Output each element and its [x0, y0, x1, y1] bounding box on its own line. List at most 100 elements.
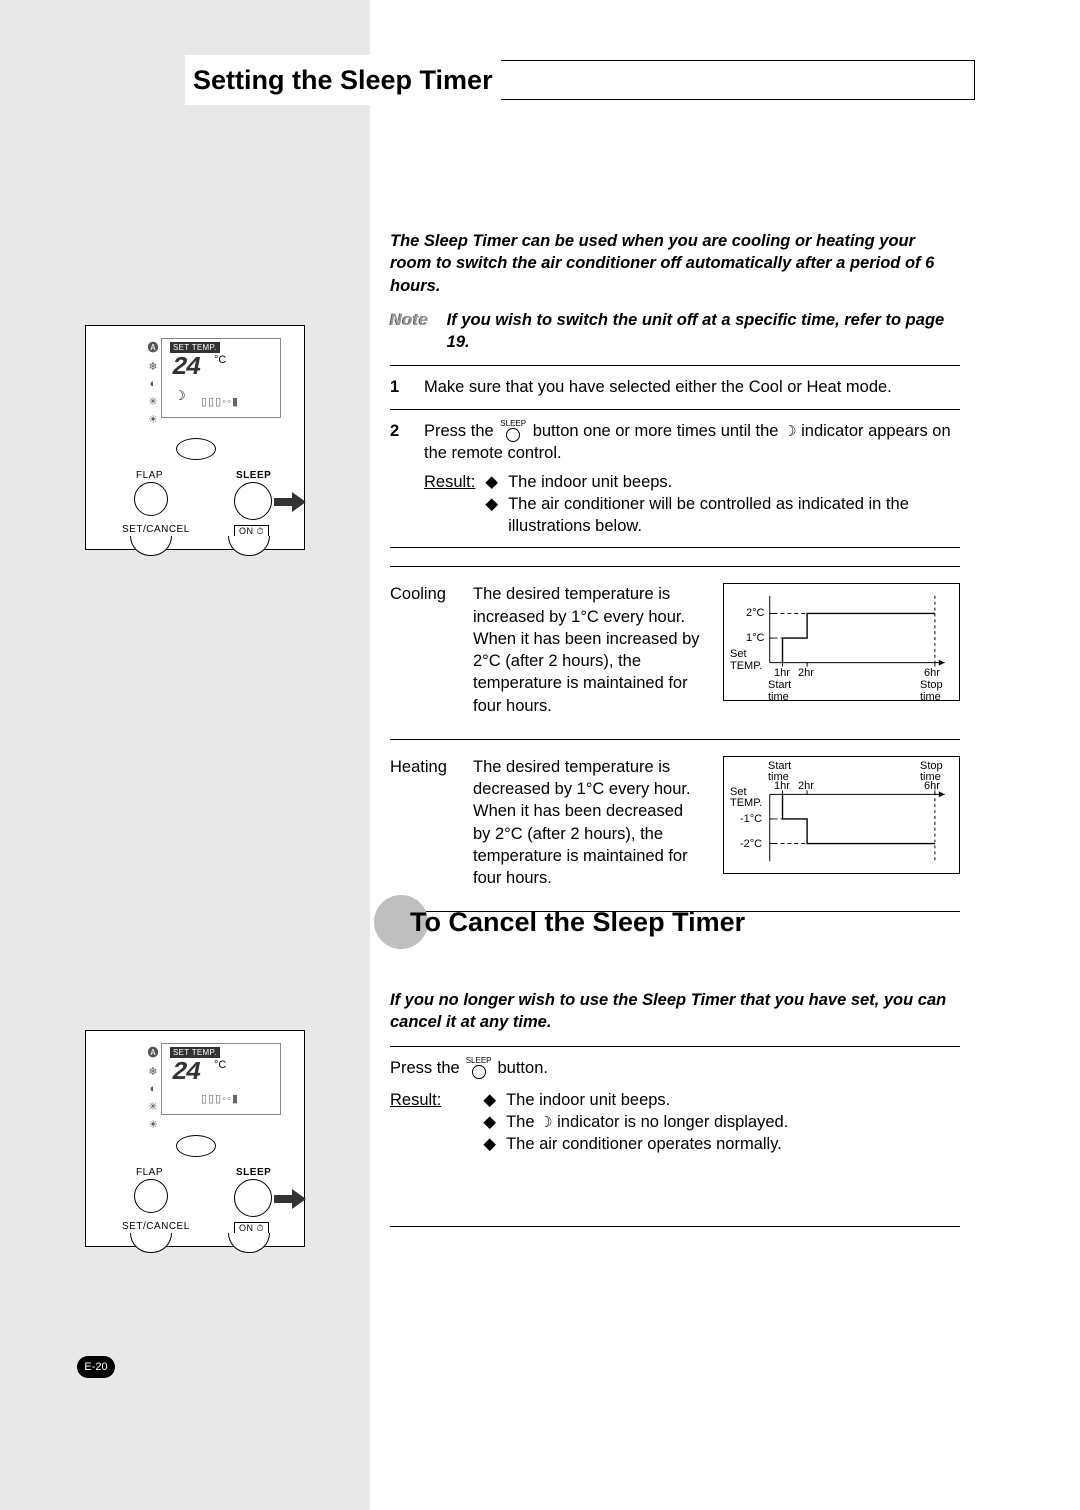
section-cancel: To Cancel the Sleep Timer If you no long… — [370, 895, 970, 1239]
step-1: 1 Make sure that you have selected eithe… — [390, 372, 960, 402]
snow-icon: ❄ — [148, 1065, 157, 1078]
cooling-chart: Set TEMP. 2°C 1°C 1hr 2hr 6hr Start time… — [723, 583, 960, 701]
bullet-text: The air conditioner will be controlled a… — [508, 493, 960, 538]
page-number: 20 — [95, 1361, 107, 1373]
tick-label: -2°C — [740, 839, 762, 851]
note-row: Note If you wish to switch the unit off … — [390, 309, 960, 354]
sleep-label: SLEEP — [236, 1167, 271, 1178]
sleep-button — [234, 1179, 272, 1217]
sleep-button-icon: SLEEP — [500, 420, 526, 442]
tick-label: 2°C — [746, 608, 764, 620]
page-title: Setting the Sleep Timer — [193, 65, 493, 96]
sleep-indicator-icon: ☽ — [783, 424, 796, 439]
step-number: 2 — [390, 420, 408, 538]
dry-icon: ◐ — [150, 378, 157, 390]
temp-value: 24 — [172, 1057, 199, 1087]
axis-annot: Start time — [768, 761, 791, 784]
tick-label: -1°C — [740, 814, 762, 826]
step-text: Make sure that you have selected either … — [424, 376, 960, 398]
sun-icon: ☀ — [148, 413, 158, 426]
heating-chart: Set TEMP. -1°C -2°C 1hr 2hr 6hr Start ti… — [723, 756, 960, 874]
remote-mode-icons: 🅐 ❄ ◐ ✳ ☀ — [146, 1044, 160, 1131]
sun-icon: ☀ — [148, 1118, 158, 1131]
step2-text-a: Press the — [424, 422, 498, 440]
remote-illustration-1: 🅐 ❄ ◐ ✳ ☀ SET TEMP. 24 °C ☽ ▯▯▯◦◦▮ FLAP … — [85, 325, 305, 550]
bullet-icon: ◆ — [483, 1089, 496, 1111]
remote-mode-icons: 🅐 ❄ ◐ ✳ ☀ — [146, 339, 160, 426]
sleep-button-icon: SLEEP — [466, 1057, 492, 1079]
set-cancel-label: SET/CANCEL — [122, 1221, 190, 1232]
auto-icon: 🅐 — [148, 339, 159, 355]
bullet-text: The indoor unit beeps. — [506, 1089, 670, 1111]
mode-desc: The desired temperature is decreased by … — [473, 756, 705, 890]
step-2: 2 Press the SLEEP button one or more tim… — [390, 416, 960, 542]
axis-label: Set TEMP. — [730, 649, 762, 672]
flap-button — [134, 1179, 168, 1213]
dry-icon: ◐ — [150, 1083, 157, 1095]
lcd-row-icons: ▯▯▯◦◦▮ — [201, 395, 239, 408]
axis-annot: Stop time — [920, 680, 943, 703]
bullet-icon: ◆ — [485, 471, 498, 493]
sleep-button — [234, 482, 272, 520]
intro-text: The Sleep Timer can be used when you are… — [390, 230, 960, 297]
axis-annot: Start time — [768, 680, 791, 703]
remote-illustration-2: 🅐 ❄ ◐ ✳ ☀ SET TEMP. 24 °C ▯▯▯◦◦▮ FLAP SL… — [85, 1030, 305, 1247]
page-title-box: Setting the Sleep Timer — [185, 55, 501, 105]
bullet-text: The air conditioner operates normally. — [506, 1133, 782, 1155]
bullet-icon: ◆ — [483, 1133, 496, 1155]
remote-oval-button — [176, 438, 216, 460]
rule — [390, 566, 960, 567]
result-label: Result: — [424, 471, 475, 538]
flap-label: FLAP — [136, 1167, 163, 1178]
temp-value: 24 — [172, 352, 199, 382]
temp-unit: °C — [214, 1059, 226, 1071]
flap-button — [134, 482, 168, 516]
page-sidebar — [0, 0, 370, 1510]
bullet-icon: ◆ — [483, 1111, 496, 1133]
mode-label: Cooling — [390, 583, 455, 605]
rule — [390, 365, 960, 366]
result-label: Result: — [390, 1089, 441, 1156]
section2-title: To Cancel the Sleep Timer — [410, 907, 745, 938]
press-text-b: button. — [498, 1057, 548, 1079]
section2-title-row: To Cancel the Sleep Timer — [374, 895, 970, 949]
sleep-indicator-icon: ☽ — [174, 388, 186, 404]
tick-label: 2hr — [798, 668, 814, 680]
bullet-text: The indoor unit beeps. — [508, 471, 672, 493]
mode-label: Heating — [390, 756, 455, 778]
main-body: The Sleep Timer can be used when you are… — [390, 230, 960, 924]
fan-icon: ✳ — [148, 395, 157, 408]
section2-intro: If you no longer wish to use the Sleep T… — [390, 989, 960, 1034]
rule — [390, 1226, 960, 1227]
remote-oval-button — [176, 1135, 216, 1157]
step2-text-b: button one or more times until the — [533, 422, 783, 440]
note-text: If you wish to switch the unit off at a … — [447, 309, 960, 354]
fan-icon: ✳ — [148, 1100, 157, 1113]
axis-label: Set TEMP. — [730, 787, 762, 810]
sleep-indicator-icon: ☽ — [539, 1115, 552, 1130]
axis-annot: Stop time — [920, 761, 943, 784]
rule — [390, 409, 960, 410]
rule — [390, 739, 960, 740]
rule — [390, 1046, 960, 1047]
tick-label: 2hr — [798, 781, 814, 793]
note-label: Note — [390, 309, 429, 354]
auto-icon: 🅐 — [148, 1044, 159, 1060]
pointing-hand-icon — [272, 1181, 312, 1213]
tick-label: 1°C — [746, 633, 764, 645]
press-text-a: Press the — [390, 1057, 460, 1079]
set-cancel-label: SET/CANCEL — [122, 524, 190, 535]
page-number-badge: E-20 — [77, 1356, 115, 1378]
mode-desc: The desired temperature is increased by … — [473, 583, 705, 717]
temp-unit: °C — [214, 354, 226, 366]
cooling-row: Cooling The desired temperature is incre… — [390, 579, 960, 721]
rule — [390, 547, 960, 548]
sleep-label: SLEEP — [236, 470, 271, 481]
step-number: 1 — [390, 376, 408, 398]
bullet-icon: ◆ — [485, 493, 498, 538]
snow-icon: ❄ — [148, 360, 157, 373]
tick-label: 1hr — [774, 668, 790, 680]
page-number-prefix: E- — [84, 1361, 95, 1373]
bullet-text: The ☽ indicator is no longer displayed. — [506, 1111, 788, 1133]
lcd-row-icons: ▯▯▯◦◦▮ — [201, 1092, 239, 1105]
